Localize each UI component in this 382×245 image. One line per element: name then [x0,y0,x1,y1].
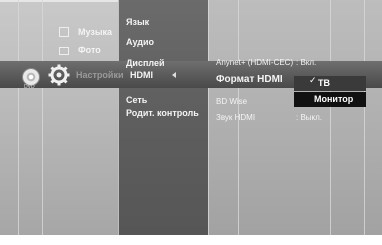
submenu-label-bdwise[interactable]: BD Wise [216,97,247,106]
submenu-label-hdmi-format[interactable]: Формат HDMI [216,74,283,85]
submenu-label-hdmi-audio[interactable]: Звук HDMI [216,113,255,122]
photo-icon [59,47,69,55]
disc-label: DVD [24,84,35,90]
menu-item-settings[interactable]: Настройки [76,70,123,80]
music-icon [59,27,69,37]
menu-item-music[interactable]: Музыка [78,27,112,37]
bottom-border [0,235,382,245]
popup-option-tv[interactable]: TB [294,76,366,91]
settings-item-parental[interactable]: Родит. контроль [126,108,199,118]
separator [118,0,119,235]
hdmi-format-popup: TB Монитор [294,76,366,108]
settings-item-audio[interactable]: Аудио [126,37,154,47]
menu-item-photo[interactable]: Фото [78,45,101,55]
settings-item-network[interactable]: Сеть [126,95,147,105]
submenu-value-hdmi-audio: : Выкл. [296,113,323,122]
arrow-left-icon [172,72,176,78]
settings-item-language[interactable]: Язык [126,17,149,27]
gear-icon [48,64,70,86]
settings-item-display[interactable]: Дисплей [126,58,165,68]
settings-screen: Музыка Фото DVD Настройки Язык Аудио Дис… [0,0,382,245]
settings-item-hdmi[interactable]: HDMI [130,70,153,80]
popup-option-monitor[interactable]: Монитор [294,92,366,107]
separator [330,0,331,235]
separator [208,0,209,235]
submenu-label-anynet[interactable]: Anynet+ (HDMI-CEC) [216,58,293,67]
separator [42,0,43,235]
separator [364,0,365,235]
submenu-value-anynet: : Вкл. [296,58,317,67]
check-icon: ✓ [309,76,317,86]
separator [18,0,19,235]
